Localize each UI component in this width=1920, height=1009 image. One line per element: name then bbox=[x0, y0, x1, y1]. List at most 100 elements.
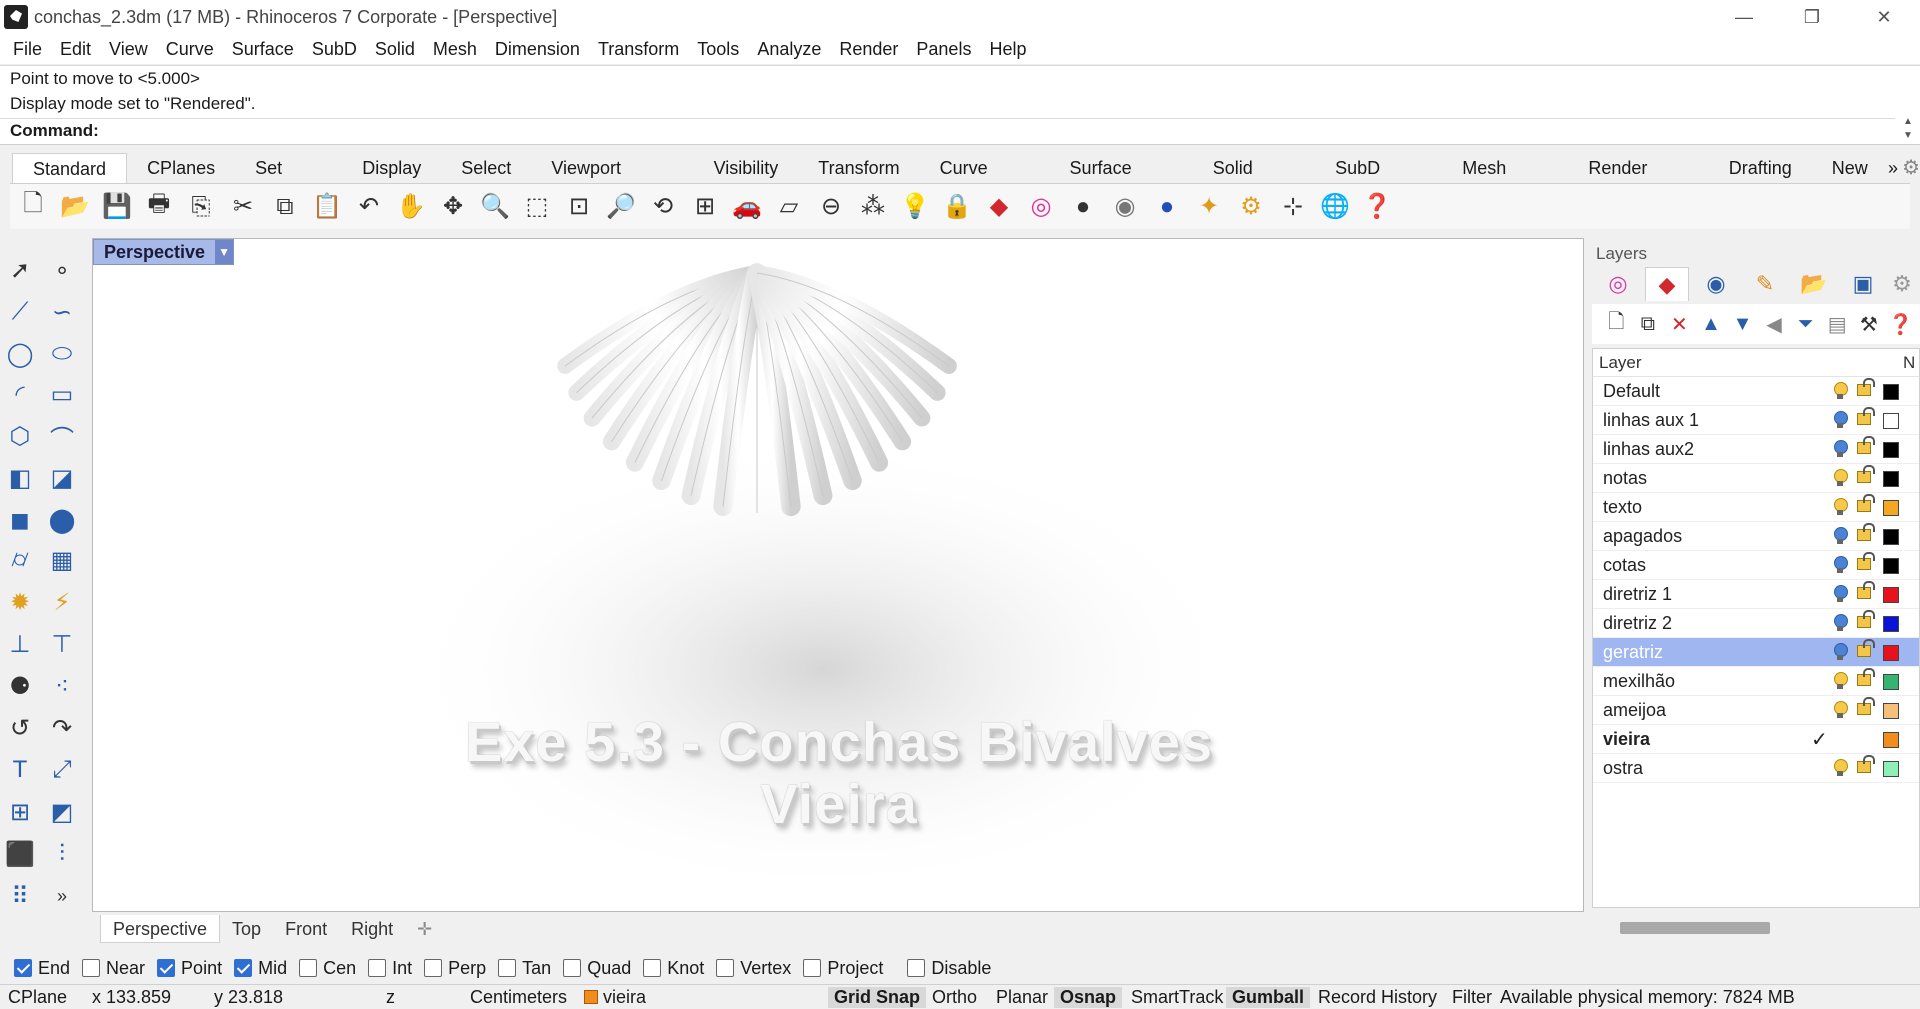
layer-name[interactable]: Default bbox=[1603, 381, 1660, 402]
visibility-bulb-icon[interactable] bbox=[1833, 382, 1848, 400]
checkbox[interactable] bbox=[424, 959, 443, 977]
more-tools-icon[interactable]: » bbox=[46, 880, 78, 912]
lock-icon[interactable] bbox=[1857, 581, 1875, 599]
lock-icon[interactable] bbox=[1857, 639, 1875, 657]
lock-icon[interactable] bbox=[1857, 610, 1875, 628]
visibility-bulb-icon[interactable] bbox=[1833, 411, 1848, 429]
cylinder-icon[interactable]: ⌭ bbox=[4, 544, 36, 576]
layer-row[interactable]: diretriz 1 bbox=[1593, 580, 1919, 609]
menu-help[interactable]: Help bbox=[980, 39, 1035, 60]
solid-box-icon[interactable]: ⬛ bbox=[4, 838, 36, 870]
viewport-label[interactable]: Perspective ▼ bbox=[93, 239, 235, 265]
ungroup-icon[interactable]: ⁖ bbox=[46, 670, 78, 702]
pan-hand-icon[interactable]: ✋ bbox=[394, 190, 428, 224]
tab-standard[interactable]: Standard bbox=[12, 153, 128, 183]
layer-row[interactable]: vieira ✓ bbox=[1593, 725, 1919, 754]
perspective-viewport[interactable]: Exe 5.3 - Conchas Bivalves Vieira Perspe… bbox=[92, 238, 1584, 912]
vptab-front[interactable]: Front bbox=[273, 915, 339, 943]
vptab-right[interactable]: Right bbox=[339, 915, 405, 943]
lock-icon[interactable] bbox=[1857, 436, 1875, 454]
lock-icon[interactable] bbox=[1857, 494, 1875, 512]
material-sphere-icon[interactable]: ● bbox=[1066, 190, 1100, 224]
color-wheel-icon[interactable]: ◎ bbox=[1024, 190, 1058, 224]
layer-row[interactable]: mexilhão bbox=[1593, 667, 1919, 696]
lock-icon[interactable] bbox=[1857, 697, 1875, 715]
surface-icon[interactable]: ◧ bbox=[4, 462, 36, 494]
layer-name[interactable]: linhas aux2 bbox=[1603, 439, 1694, 460]
layer-name[interactable]: diretriz 1 bbox=[1603, 584, 1672, 605]
panel-settings-icon[interactable]: ⚙ bbox=[1890, 267, 1914, 301]
zoom-selected-icon[interactable]: 🔎 bbox=[604, 190, 638, 224]
layer-color-swatch[interactable] bbox=[1883, 500, 1899, 516]
layer-color-swatch[interactable] bbox=[1883, 471, 1899, 487]
ellipse-icon[interactable]: ⬭ bbox=[46, 338, 78, 370]
layers-horizontal-scrollbar[interactable] bbox=[1620, 922, 1770, 934]
tab-display[interactable]: Display bbox=[342, 153, 441, 183]
dimension-icon[interactable]: ⊹ bbox=[1276, 190, 1310, 224]
layer-row[interactable]: ameijoa bbox=[1593, 696, 1919, 725]
visibility-bulb-icon[interactable] bbox=[1833, 643, 1848, 661]
cut-icon[interactable]: ✂ bbox=[226, 190, 260, 224]
render-icon[interactable]: ● bbox=[1150, 190, 1184, 224]
osnap-knot[interactable]: Knot bbox=[643, 958, 704, 979]
new-file-icon[interactable]: 🗋 bbox=[16, 190, 50, 224]
globe-icon[interactable]: 🌐 bbox=[1318, 190, 1352, 224]
layer-name[interactable]: cotas bbox=[1603, 555, 1646, 576]
menu-edit[interactable]: Edit bbox=[51, 39, 100, 60]
offset-icon[interactable]: ↺ bbox=[4, 712, 36, 744]
render-sphere-icon[interactable]: ◉ bbox=[1108, 190, 1142, 224]
checkbox[interactable] bbox=[716, 959, 735, 977]
mesh-icon[interactable]: ▦ bbox=[46, 544, 78, 576]
menu-panels[interactable]: Panels bbox=[907, 39, 980, 60]
menu-mesh[interactable]: Mesh bbox=[424, 39, 486, 60]
menu-subd[interactable]: SubD bbox=[303, 39, 366, 60]
tab-new-in[interactable]: New in bbox=[1812, 153, 1888, 208]
layers-tab-icon[interactable]: ◆ bbox=[1645, 267, 1689, 301]
visibility-bulb-icon[interactable] bbox=[1833, 440, 1848, 458]
gear-icon[interactable]: ⚙ bbox=[1902, 153, 1920, 183]
move-up-icon[interactable]: ▲ bbox=[1699, 311, 1724, 337]
delete-layer-icon[interactable]: ✕ bbox=[1667, 311, 1692, 337]
group-icon[interactable]: ⚈ bbox=[4, 670, 36, 702]
layer-help-icon[interactable]: ❓ bbox=[1888, 311, 1913, 337]
close-button[interactable]: ✕ bbox=[1852, 0, 1916, 34]
tab-cplanes[interactable]: CPlanes bbox=[127, 153, 235, 183]
current-layer-indicator[interactable]: vieira bbox=[584, 987, 646, 1008]
osnap-disable[interactable]: Disable bbox=[907, 958, 991, 979]
menu-curve[interactable]: Curve bbox=[157, 39, 223, 60]
new-sublayer-icon[interactable]: ⧉ bbox=[1636, 311, 1661, 337]
lock-icon[interactable] bbox=[1857, 378, 1875, 396]
tab-curve-tools[interactable]: Curve Tools bbox=[920, 153, 1050, 208]
restore-button[interactable]: ❐ bbox=[1780, 0, 1844, 34]
tab-subd-tools[interactable]: SubD Tools bbox=[1315, 153, 1442, 208]
filter-icon[interactable]: ⏷ bbox=[1793, 311, 1818, 337]
tab-set-view[interactable]: Set View bbox=[235, 153, 342, 208]
osnap-cen[interactable]: Cen bbox=[299, 958, 356, 979]
layer-row[interactable]: ostra bbox=[1593, 754, 1919, 783]
menu-file[interactable]: File bbox=[4, 39, 51, 60]
light-bulb-icon[interactable]: 💡 bbox=[898, 190, 932, 224]
layer-color-swatch[interactable] bbox=[1883, 761, 1899, 777]
layer-color-swatch[interactable] bbox=[1883, 703, 1899, 719]
viewport-name[interactable]: Perspective bbox=[94, 242, 215, 263]
print-icon[interactable]: 🖶 bbox=[142, 190, 176, 224]
grid-plane-icon[interactable]: ▱ bbox=[772, 190, 806, 224]
tab-transform[interactable]: Transform bbox=[798, 153, 919, 183]
osnap-point[interactable]: Point bbox=[157, 958, 222, 979]
gumball-toggle[interactable]: Gumball bbox=[1226, 987, 1311, 1008]
copy-icon[interactable]: ⧉ bbox=[268, 190, 302, 224]
osnap-quad[interactable]: Quad bbox=[563, 958, 631, 979]
layer-name[interactable]: ameijoa bbox=[1603, 700, 1666, 721]
move-down-icon[interactable]: ▼ bbox=[1730, 311, 1755, 337]
grid-snap-toggle[interactable]: Grid Snap bbox=[828, 987, 927, 1008]
lock-icon[interactable] bbox=[1857, 523, 1875, 541]
osnap-toggle[interactable]: Osnap bbox=[1054, 987, 1123, 1008]
checkbox[interactable] bbox=[498, 959, 517, 977]
tab-visibility[interactable]: Visibility bbox=[694, 153, 799, 183]
lock-icon[interactable]: 🔒 bbox=[940, 190, 974, 224]
layer-row[interactable]: texto bbox=[1593, 493, 1919, 522]
smarttrack-toggle[interactable]: SmartTrack bbox=[1131, 987, 1223, 1008]
circle-icon[interactable]: ◯ bbox=[4, 338, 36, 370]
layer-color-swatch[interactable] bbox=[1883, 442, 1899, 458]
point-icon[interactable]: ∘ bbox=[46, 254, 78, 286]
